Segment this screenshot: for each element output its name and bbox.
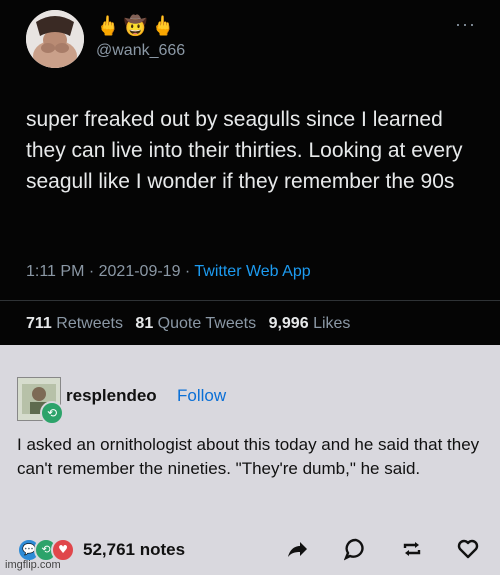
display-name-emojis: 🖕 🤠 🖕 [96,14,175,37]
reply-icon[interactable] [343,537,368,561]
tweet-avatar[interactable] [26,10,84,68]
notes-count[interactable]: 52,761 notes [83,540,185,560]
reblog-icon[interactable] [400,537,424,561]
likes-stat[interactable]: 9,996 Likes [269,315,351,332]
share-icon[interactable] [285,537,309,561]
tweet-meta: 1:11 PM · 2021-09-19 · Twitter Web App [26,263,311,281]
tumblr-username[interactable]: resplendeo [66,386,157,406]
quote-tweets-stat[interactable]: 81 Quote Tweets [135,315,256,332]
tweet-time[interactable]: 1:11 PM [26,263,84,280]
tweet-text: super freaked out by seagulls since I le… [26,108,463,193]
tweet-stats: 711 Retweets 81 Quote Tweets 9,996 Likes [26,315,358,333]
tumblr-post: ⟲ resplendeo Follow I asked an ornitholo… [0,345,500,575]
middle-finger-icon: 🖕 [96,15,120,37]
like-icon[interactable] [456,537,480,561]
tweet-card: 🖕 🤠 🖕 @wank_666 ··· super freaked out by… [0,0,500,345]
more-options-icon[interactable]: ··· [455,14,476,35]
cowboy-face-icon: 🤠 [123,15,148,37]
tumblr-body: I asked an ornithologist about this toda… [17,435,480,478]
meta-separator: · [180,263,195,280]
watermark: imgflip.com [5,559,61,571]
meta-separator: · [84,263,99,280]
tweet-handle[interactable]: @wank_666 [96,42,185,60]
retweets-stat[interactable]: 711 Retweets [26,315,123,332]
tweet-date[interactable]: 2021-09-19 [99,263,181,280]
follow-button[interactable]: Follow [177,386,226,406]
tweet-source-app[interactable]: Twitter Web App [194,263,310,280]
divider [0,300,500,301]
reblog-badge-icon: ⟲ [40,401,64,425]
middle-finger-icon: 🖕 [151,15,176,37]
